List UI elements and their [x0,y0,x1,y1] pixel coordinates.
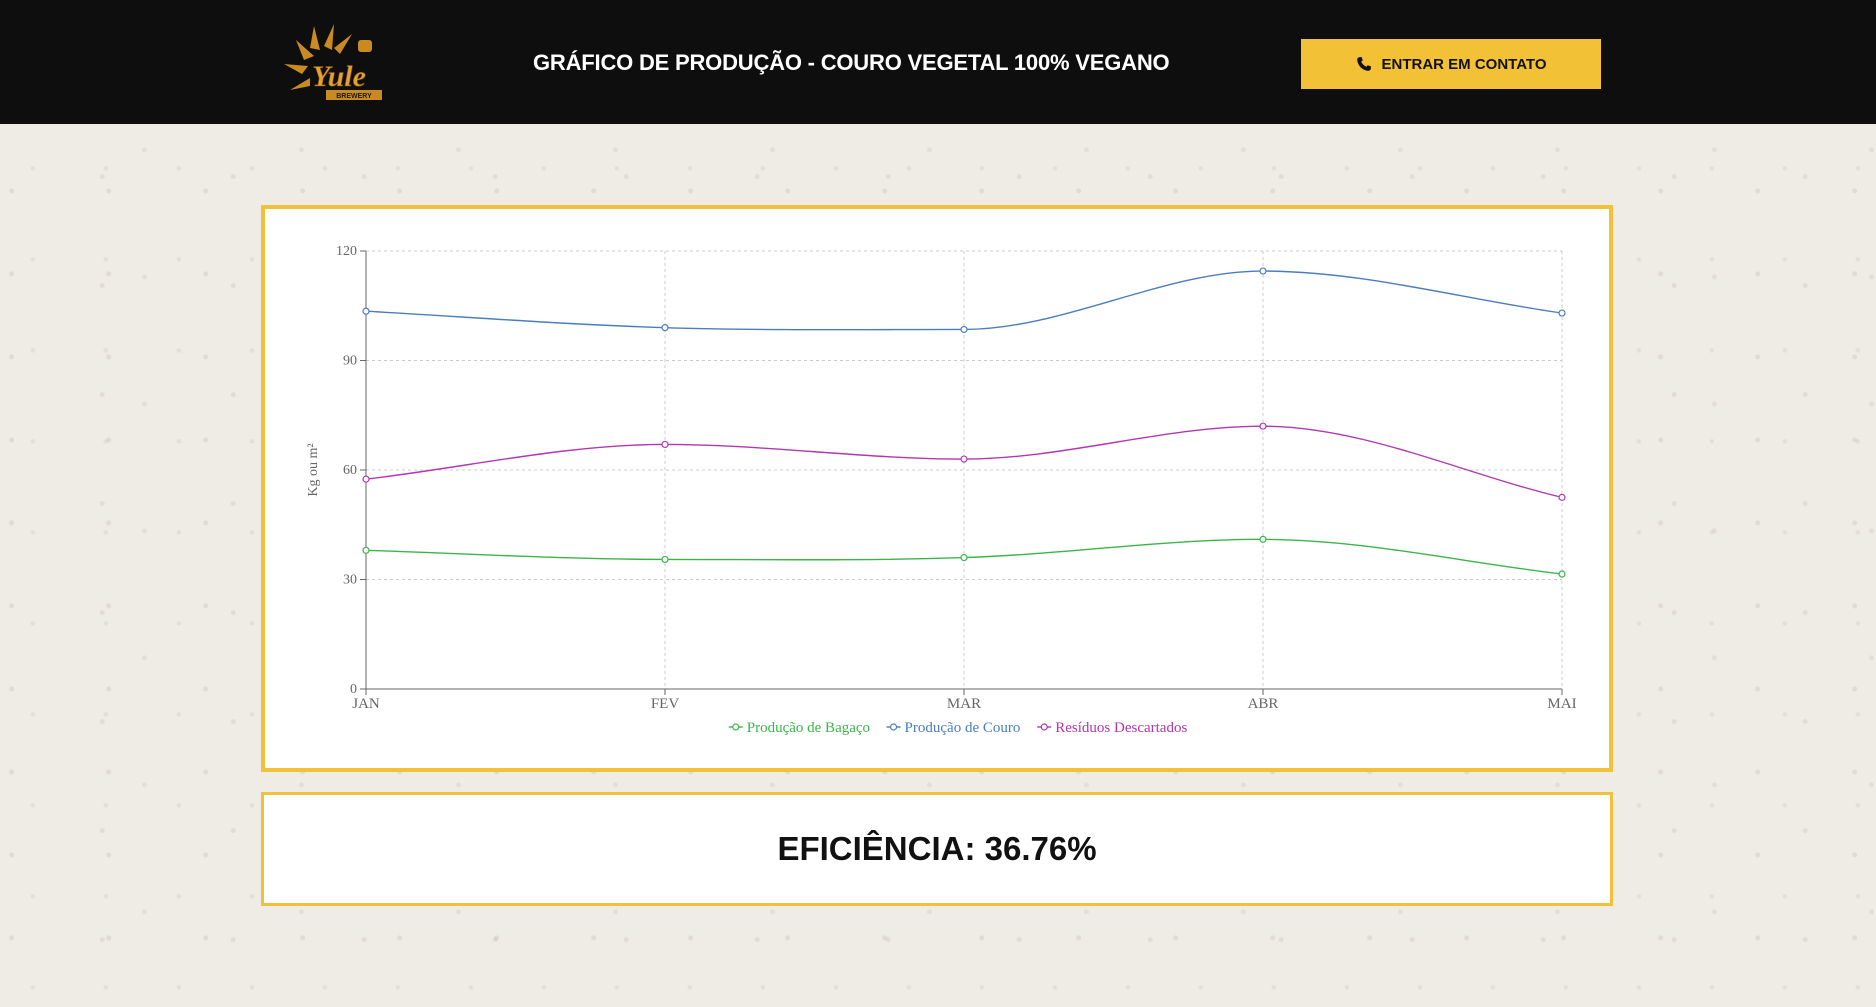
data-point-producao-de-bagaco [661,555,669,564]
x-tick-label: JAN [352,696,380,712]
data-point-residuos-descartados [960,455,968,463]
y-tick-label: 90 [343,354,357,369]
x-tick-label: MAI [1547,696,1576,712]
data-point-residuos-descartados [661,440,669,449]
data-point-producao-de-bagaco [1558,570,1566,578]
x-tick-label: ABR [1248,696,1279,712]
data-point-producao-de-couro [1259,267,1267,275]
production-chart-card: 0 30 60 90 120 JAN FEV MAR ABR MAI Kg ou m² Produçã… [261,205,1613,772]
y-tick-label: 60 [343,463,357,478]
logo-subtext: BREWERY [336,93,372,100]
logo-wordmark: Yule [312,60,366,93]
production-line-chart: 0 30 60 90 120 JAN FEV MAR ABR MAI Kg ou m² Produçã… [306,244,1577,736]
phone-icon [1356,57,1371,71]
data-point-producao-de-bagaco [362,546,370,554]
data-point-producao-de-bagaco [960,554,968,562]
contact-button[interactable]: ENTRAR EM CONTATO [1301,39,1601,89]
legend-residuos-descartados-label: Resíduos Descartados [1055,720,1187,736]
efficiency-card: EFICIÊNCIA: 36.76% [261,792,1613,906]
data-point-producao-de-couro [1558,309,1566,317]
y-tick-label: 120 [336,244,357,259]
data-point-residuos-descartados [1558,493,1566,501]
data-point-producao-de-couro [960,325,968,334]
page-title: GRÁFICO DE PRODUÇÃO - COURO VEGETAL 100%… [533,50,1170,75]
legend-producao-de-bagaco-label: Produção de Bagaço [747,720,870,736]
y-tick-label: 30 [343,573,357,588]
x-tick-label: MAR [947,696,981,712]
legend-producao-de-couro-label: Produção de Couro [905,720,1021,736]
legend-residuos-descartados-marker [1040,723,1048,731]
data-point-producao-de-bagaco [1259,535,1267,543]
data-point-residuos-descartados [1259,422,1267,430]
y-axis-label: Kg ou m² [306,443,321,496]
legend-producao-de-couro-marker [889,723,898,731]
data-point-producao-de-couro [661,324,669,332]
contact-button-label: ENTRAR EM CONTATO [1381,55,1547,73]
yule-logo[interactable]: Yule BREWERY [276,20,386,108]
data-point-residuos-descartados [362,475,370,483]
y-tick-label: 0 [350,682,357,697]
header-bar: Yule BREWERY GRÁFICO DE PRODUÇÃO - COURO… [0,0,1876,124]
efficiency-value: EFICIÊNCIA: 36.76% [777,830,1097,867]
x-tick-label: FEV [651,696,680,712]
legend-producao-de-bagaco-marker [732,723,740,731]
data-point-producao-de-couro [362,307,370,315]
